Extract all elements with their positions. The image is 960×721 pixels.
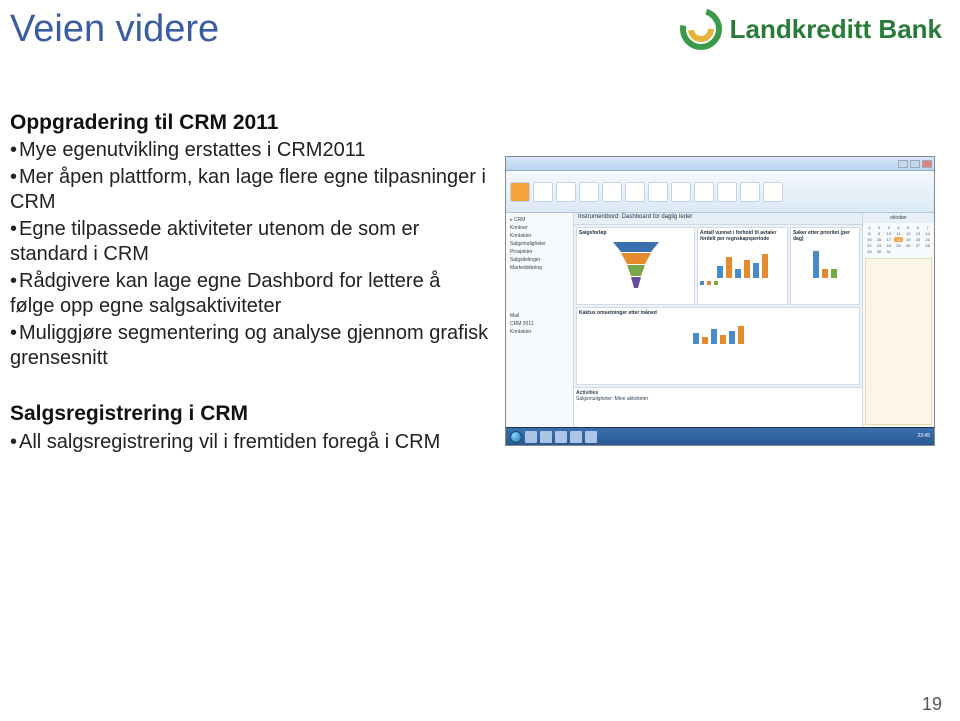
widget-title: Kaktus omsetninger etter måned [579, 310, 857, 316]
nav-item: Kontoer [508, 224, 571, 232]
widget-bars1: Antall vunnet i forhold til avtaler ford… [697, 227, 788, 305]
window-titlebar [506, 157, 934, 171]
widget-funnel: Salgsforløp [576, 227, 695, 305]
widget-bars2: Saker etter prioritet (per dag) [790, 227, 860, 305]
bullet: Egne tilpassede aktiviteter utenom de so… [10, 217, 490, 267]
brand-logo: Landkreditt Bank [678, 6, 942, 52]
nav-item: Salgsdelinger [508, 256, 571, 264]
bullet: Mer åpen plattform, kan lage flere egne … [10, 165, 490, 215]
start-orb-icon [510, 431, 522, 443]
ribbon-button-icon [694, 182, 714, 202]
ribbon-button-icon [625, 182, 645, 202]
ribbon-button-icon [648, 182, 668, 202]
taskbar-clock: 23:45 [917, 434, 930, 439]
bullet: Mye egenutvikling erstattes i CRM2011 [10, 138, 490, 163]
nav-item: CRM [508, 216, 571, 224]
bullet: Muliggjøre segmentering og analyse gjenn… [10, 321, 490, 371]
ribbon-button-icon [717, 182, 737, 202]
bullet: All salgsregistrering vil i fremtiden fo… [10, 430, 490, 455]
nav-item: Kontakter [508, 328, 571, 336]
dashboard-title: Instrumentbord: Dashboard for daglig led… [578, 214, 692, 223]
crm-screenshot: CRM Kontoer Kontakter Salgsmuligheter Pr… [505, 156, 935, 446]
taskbar: 23:45 [506, 427, 934, 445]
taskbar-app-icon [570, 431, 582, 443]
maximize-icon [910, 160, 920, 168]
nav-item: Prosjekter [508, 248, 571, 256]
nav-pane: CRM Kontoer Kontakter Salgsmuligheter Pr… [506, 213, 574, 427]
nav-item: Markedsføring [508, 264, 571, 272]
widget-title: Salgsforløp [579, 230, 692, 236]
calendar-month: oktober [863, 213, 934, 223]
taskbar-app-icon [585, 431, 597, 443]
ribbon-button-icon [579, 182, 599, 202]
section1-heading: Oppgradering til CRM 2011 [10, 110, 490, 136]
ribbon [506, 171, 934, 213]
widget-title: Antall vunnet i forhold til avtaler ford… [700, 230, 785, 242]
ribbon-button-icon [602, 182, 622, 202]
calendar-pane: oktober 1234567 891011121314 15161718192… [862, 213, 934, 427]
ribbon-button-icon [533, 182, 553, 202]
ribbon-button-icon [740, 182, 760, 202]
ribbon-button-icon [671, 182, 691, 202]
nav-item: CRM 2011 [508, 320, 571, 328]
minimize-icon [898, 160, 908, 168]
widget-chart-bottom: Kaktus omsetninger etter måned [576, 307, 860, 385]
taskbar-app-icon [540, 431, 552, 443]
slide-content: Oppgradering til CRM 2011 Mye egenutvikl… [10, 110, 490, 457]
nav-item: Salgsmuligheter [508, 240, 571, 248]
ribbon-button-icon [763, 182, 783, 202]
bullet: Rådgivere kan lage egne Dashbord for let… [10, 269, 490, 319]
brand-swirl-icon [678, 6, 724, 52]
todo-panel [865, 258, 932, 425]
activities-sub: Salgsmuligheter: Mine aktiviteter [576, 396, 860, 402]
ribbon-file-icon [510, 182, 530, 202]
close-icon [922, 160, 932, 168]
page-number: 19 [922, 694, 942, 715]
section2-heading: Salgsregistrering i CRM [10, 401, 490, 427]
activities-pane: Activities Salgsmuligheter: Mine aktivit… [574, 387, 862, 427]
ribbon-button-icon [556, 182, 576, 202]
nav-item: Kontakter [508, 232, 571, 240]
taskbar-app-icon [555, 431, 567, 443]
slide-title: Veien videre [10, 8, 219, 51]
taskbar-app-icon [525, 431, 537, 443]
funnel-chart-icon [611, 240, 661, 290]
dashboard-header: Instrumentbord: Dashboard for daglig led… [574, 213, 862, 225]
brand-name: Landkreditt Bank [730, 14, 942, 45]
calendar-grid: 1234567 891011121314 15161718192021 2223… [863, 223, 934, 256]
widget-title: Saker etter prioritet (per dag) [793, 230, 857, 242]
nav-item: Mail [508, 312, 571, 320]
